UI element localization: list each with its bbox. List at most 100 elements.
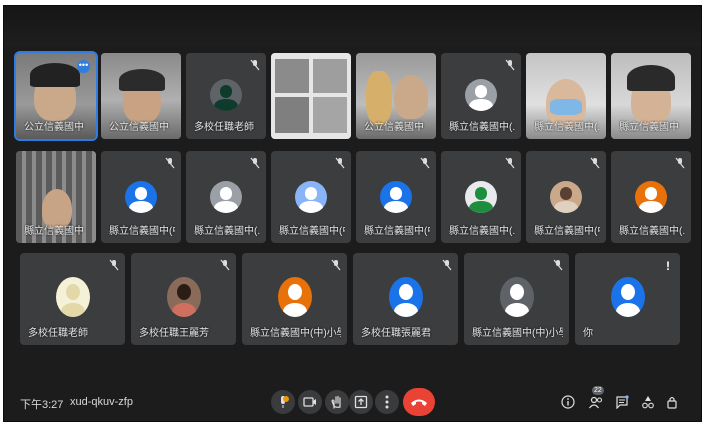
hair-shape (119, 69, 165, 91)
participant-name: 縣立信義國中(... (619, 226, 685, 237)
participant-tile-10[interactable]: 縣立信義國中(中)... (101, 151, 181, 243)
activities-icon (642, 396, 654, 409)
participant-tile-7[interactable]: 縣立信義國中(... (526, 53, 606, 139)
more-options-button[interactable] (375, 390, 399, 414)
participant-tile-20[interactable]: 多校任職張麗君 (353, 253, 458, 345)
hair-shape (627, 65, 675, 91)
present-button[interactable] (349, 390, 373, 414)
hair-shape (30, 63, 80, 87)
participant-tile-12[interactable]: 縣立信義國中(中)... (271, 151, 351, 243)
avatar (550, 181, 582, 213)
people-button[interactable]: 22 (587, 386, 605, 412)
participant-tile-11[interactable]: 縣立信義國中(... (186, 151, 266, 243)
info-button[interactable] (559, 392, 577, 412)
info-icon (561, 395, 575, 409)
thumbnail (313, 59, 347, 93)
host-controls-button[interactable] (663, 392, 681, 412)
participant-tile-3[interactable]: 多校任職老師 (186, 53, 266, 139)
activities-button[interactable] (639, 392, 657, 412)
mic-off-icon (220, 259, 230, 271)
participant-tile-1[interactable]: ••• 公立信義國中 (14, 51, 98, 141)
participant-tile-2[interactable]: 公立信義國中 (101, 53, 181, 139)
participant-tile-21[interactable]: 縣立信義國中(中)小學教師 (464, 253, 569, 345)
avatar (210, 181, 242, 213)
mic-off-icon (331, 259, 341, 271)
avatar (125, 181, 157, 213)
participant-tile-14[interactable]: 縣立信義國中(... (441, 151, 521, 243)
participant-tile-18[interactable]: 多校任職王麗芳 (131, 253, 236, 345)
mic-icon (281, 396, 289, 408)
thumbnail (313, 97, 347, 133)
participant-name: 縣立信義國中(中)... (279, 226, 345, 237)
participant-name: 縣立信義國中(中)小學教師 (472, 328, 563, 339)
participant-tile-self[interactable]: ! 你 (575, 253, 680, 345)
mic-off-icon (505, 157, 515, 169)
chat-button[interactable] (613, 392, 631, 412)
mic-off-icon (420, 157, 430, 169)
camera-icon (303, 397, 316, 407)
meeting-code: xud-qkuv-zfp (70, 396, 133, 408)
warning-icon[interactable]: ! (666, 259, 670, 273)
participant-name: 多校任職王麗芳 (139, 328, 209, 339)
mic-off-icon (335, 157, 345, 169)
mic-off-icon (505, 59, 515, 71)
participant-tile-4[interactable] (271, 53, 351, 139)
avatar (278, 277, 312, 317)
participant-name: 公立信義國中 (364, 122, 424, 133)
raise-hand-button[interactable] (325, 390, 349, 414)
participant-name: 多校任職張麗君 (361, 328, 431, 339)
participant-name: 縣立信義國中(... (449, 226, 515, 237)
avatar (380, 181, 412, 213)
mic-off-icon (590, 157, 600, 169)
participant-tile-6[interactable]: 縣立信義國中(... (441, 53, 521, 139)
avatar (465, 79, 497, 111)
participant-name: 你 (583, 328, 593, 339)
participant-name: 多校任職老師 (194, 122, 254, 133)
participant-name: 縣立信義國中(中)... (534, 226, 600, 237)
participant-name: 縣立信義國中(... (534, 122, 600, 133)
present-icon (354, 395, 368, 409)
participant-tile-5[interactable]: 公立信義國中 (356, 53, 436, 139)
participant-name: 縣立信義國中 (24, 226, 84, 237)
participant-figure (394, 75, 428, 119)
mic-off-icon (165, 157, 175, 169)
thumbnail (275, 59, 309, 93)
participant-name: 公立信義國中 (24, 122, 84, 133)
avatar (611, 277, 645, 317)
participant-name: 縣立信義國中(中)小學教師 (250, 328, 341, 339)
mic-button[interactable] (271, 390, 295, 414)
mic-off-icon (553, 259, 563, 271)
avatar (295, 181, 327, 213)
mic-off-icon (442, 259, 452, 271)
mic-off-icon (250, 59, 260, 71)
participant-tile-13[interactable]: 縣立信義國中(中)... (356, 151, 436, 243)
more-options-icon (385, 395, 389, 409)
participant-name: 縣立信義國中(... (194, 226, 260, 237)
participant-tile-8[interactable]: 縣立信義國中 (611, 53, 691, 139)
mic-off-icon (250, 157, 260, 169)
face-mask (550, 99, 582, 115)
participant-count-badge: 22 (592, 386, 604, 395)
participant-tile-19[interactable]: 縣立信義國中(中)小學教師 (242, 253, 347, 345)
participant-tile-9[interactable]: 縣立信義國中 (16, 151, 96, 243)
mic-off-icon (109, 259, 119, 271)
end-call-button[interactable] (403, 388, 435, 416)
thumbnail (275, 97, 309, 133)
raise-hand-icon (331, 395, 341, 409)
mic-off-icon (675, 157, 685, 169)
end-call-icon (411, 399, 427, 406)
host-controls-icon (667, 396, 677, 409)
participant-tile-15[interactable]: 縣立信義國中(中)... (526, 151, 606, 243)
avatar (56, 277, 90, 317)
avatar (465, 181, 497, 213)
camera-button[interactable] (298, 390, 322, 414)
meeting-window: ••• 公立信義國中 公立信義國中 多校任職老師 公立信義國中 縣立信義國中(.… (3, 5, 702, 422)
people-icon (589, 396, 603, 409)
participant-tile-17[interactable]: 多校任職老師 (20, 253, 125, 345)
avatar (389, 277, 423, 317)
participant-name: 縣立信義國中(... (449, 122, 515, 133)
clock: 下午3:27 (20, 399, 64, 411)
participant-name: 縣立信義國中(中)... (109, 226, 175, 237)
more-options-icon[interactable]: ••• (77, 60, 90, 73)
participant-tile-16[interactable]: 縣立信義國中(... (611, 151, 691, 243)
